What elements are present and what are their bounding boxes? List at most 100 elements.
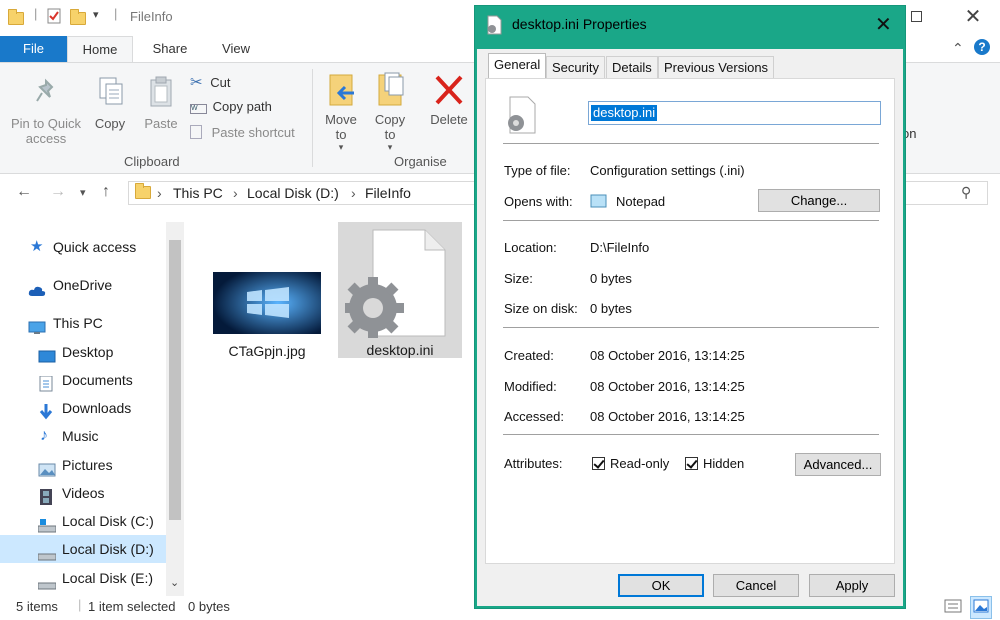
accessed-value: 08 October 2016, 13:14:25	[590, 409, 745, 424]
ok-button[interactable]: OK	[618, 574, 704, 597]
nav-item-desktop[interactable]: Desktop	[0, 338, 166, 366]
hidden-label: Hidden	[703, 456, 745, 471]
divider: |	[34, 6, 38, 21]
nav-item-music[interactable]: ♪ Music	[0, 422, 166, 450]
properties-dialog: desktop.ini Properties ✕ General Securit…	[474, 5, 906, 609]
back-icon[interactable]: ←	[16, 183, 32, 201]
delete-label: Delete	[430, 112, 468, 127]
breadcrumb-fileinfo[interactable]: FileInfo	[365, 185, 411, 201]
tab-details[interactable]: Details	[606, 56, 658, 78]
nav-item-onedrive[interactable]: OneDrive	[0, 271, 166, 299]
nav-label: This PC	[53, 315, 103, 331]
created-label: Created:	[504, 348, 554, 363]
readonly-checkbox[interactable]	[592, 457, 605, 470]
file-item-selected[interactable]: desktop.ini	[338, 222, 462, 358]
selected-count: 1 item selected	[88, 599, 176, 614]
copy-path-icon: W	[190, 104, 207, 114]
tab-home[interactable]: Home	[67, 36, 133, 62]
search-icon[interactable]: ⚲	[961, 184, 971, 201]
folder-icon	[8, 8, 24, 25]
nav-item-videos[interactable]: Videos	[0, 479, 166, 507]
tab-general[interactable]: General	[488, 53, 547, 79]
close-icon[interactable]: ✕	[875, 12, 892, 37]
paste-icon	[150, 76, 172, 107]
size-on-disk-value: 0 bytes	[590, 301, 632, 316]
nav-item-disk-c[interactable]: Local Disk (C:)	[0, 507, 166, 535]
navigation-pane: ★ Quick access OneDrive This PC Desktop …	[0, 222, 184, 596]
filename-input[interactable]: desktop.ini	[588, 101, 881, 125]
copy-to-icon	[378, 72, 404, 106]
modified-label: Modified:	[504, 379, 557, 394]
selected-size: 0 bytes	[188, 599, 230, 614]
scrollbar-thumb[interactable]	[169, 240, 181, 520]
breadcrumb-local-disk-d[interactable]: Local Disk (D:)	[247, 185, 339, 201]
nav-item-documents[interactable]: Documents	[0, 366, 166, 394]
properties-icon[interactable]	[46, 8, 62, 24]
advanced-button[interactable]: Advanced...	[795, 453, 881, 476]
tab-file[interactable]: File	[0, 36, 67, 62]
tab-share[interactable]: Share	[140, 36, 200, 62]
chevron-down-icon[interactable]: ⌄	[170, 576, 179, 589]
customize-toolbar-icon[interactable]: ▾	[93, 8, 99, 21]
up-icon[interactable]: ↑	[102, 183, 110, 201]
nav-label: Downloads	[62, 400, 132, 416]
dialog-body: General Security Details Previous Versio…	[477, 49, 903, 606]
divider	[503, 327, 879, 328]
breadcrumb-this-pc[interactable]: This PC	[173, 185, 223, 201]
forward-icon[interactable]: →	[50, 183, 66, 201]
nav-label: Videos	[62, 485, 105, 501]
file-item[interactable]: CTaGpjn.jpg	[206, 264, 328, 360]
tab-view[interactable]: View	[206, 36, 266, 62]
large-icons-view-icon[interactable]	[970, 596, 992, 619]
tab-security[interactable]: Security	[546, 56, 605, 78]
recent-locations-icon[interactable]: ▾	[80, 186, 86, 199]
created-value: 08 October 2016, 13:14:25	[590, 348, 745, 363]
cloud-icon	[28, 278, 46, 296]
new-folder-icon[interactable]	[70, 8, 86, 25]
nav-item-disk-d[interactable]: Local Disk (D:)	[0, 535, 166, 563]
details-view-icon[interactable]	[944, 598, 962, 617]
nav-item-pictures[interactable]: Pictures	[0, 451, 166, 479]
location-label: Location:	[504, 240, 557, 255]
divider: |	[114, 6, 118, 21]
paste-shortcut-button[interactable]: Paste shortcut	[190, 125, 295, 140]
nav-scrollbar[interactable]: ⌄	[166, 222, 184, 596]
copy-button[interactable]: Copy	[88, 75, 132, 131]
nav-item-downloads[interactable]: Downloads	[0, 394, 166, 422]
pin-icon	[36, 78, 54, 102]
hidden-checkbox[interactable]	[685, 457, 698, 470]
cancel-button[interactable]: Cancel	[713, 574, 799, 597]
pin-to-quick-access-button[interactable]: Pin to Quick access	[6, 77, 86, 146]
size-on-disk-label: Size on disk:	[504, 301, 578, 316]
close-button[interactable]: ✕	[950, 0, 996, 34]
nav-label: Local Disk (D:)	[62, 541, 154, 557]
chevron-up-icon[interactable]: ⌃	[952, 40, 964, 57]
nav-item-this-pc[interactable]: This PC	[0, 309, 166, 337]
help-icon[interactable]: ?	[974, 39, 990, 55]
divider	[503, 434, 879, 435]
readonly-label: Read-only	[610, 456, 670, 471]
accessed-label: Accessed:	[504, 409, 564, 424]
cut-button[interactable]: ✂ Cut	[190, 73, 230, 91]
notepad-icon	[590, 193, 608, 212]
change-button[interactable]: Change...	[758, 189, 880, 212]
clipboard-group-label: Clipboard	[124, 154, 180, 169]
file-name: desktop.ini	[366, 342, 434, 358]
apply-button[interactable]: Apply	[809, 574, 895, 597]
paste-button[interactable]: Paste	[140, 75, 182, 131]
move-to-button[interactable]: Move to ▾	[320, 71, 362, 155]
tab-previous-versions[interactable]: Previous Versions	[658, 56, 775, 78]
size-value: 0 bytes	[590, 271, 632, 286]
nav-item-quick-access[interactable]: ★ Quick access	[0, 233, 166, 261]
computer-icon	[28, 316, 46, 334]
copy-path-button[interactable]: W Copy path	[190, 99, 272, 114]
nav-label: Quick access	[53, 239, 137, 255]
file-name: CTaGpjn.jpg	[228, 343, 306, 359]
film-icon	[38, 486, 54, 505]
nav-item-disk-e[interactable]: Local Disk (E:)	[0, 564, 166, 592]
nav-label: Music	[62, 428, 99, 444]
delete-button[interactable]: Delete	[426, 73, 472, 127]
location-value: D:\FileInfo	[590, 240, 650, 255]
settings-file-icon	[504, 95, 538, 138]
copy-to-button[interactable]: Copy to ▾	[368, 71, 412, 155]
